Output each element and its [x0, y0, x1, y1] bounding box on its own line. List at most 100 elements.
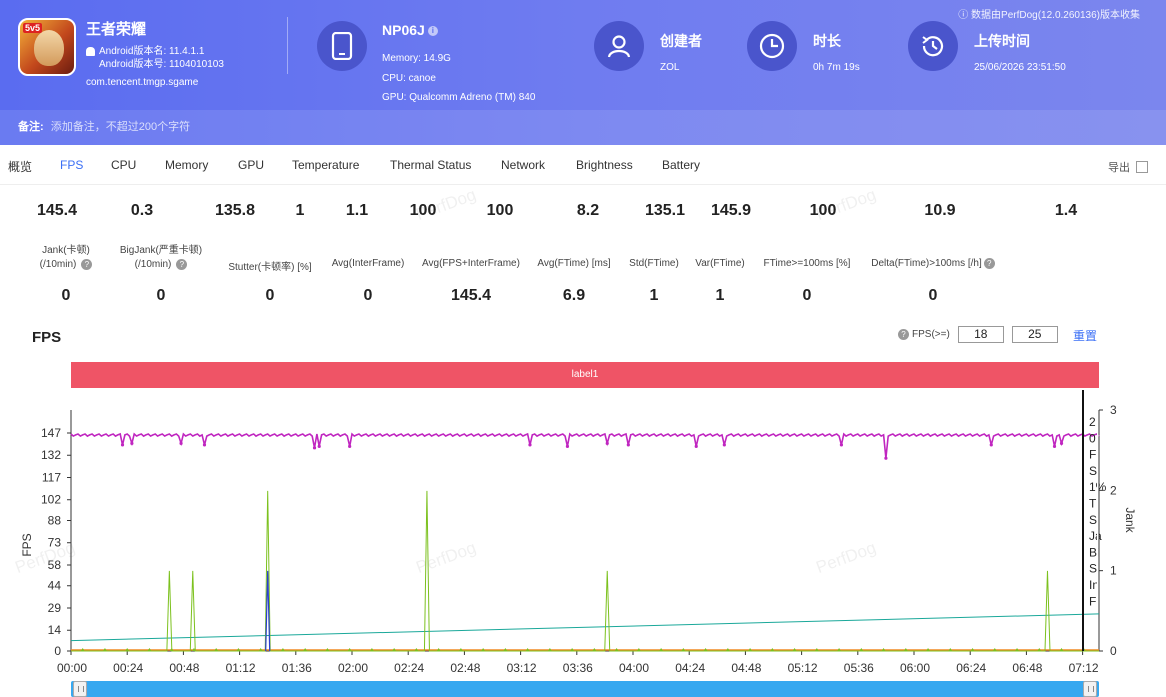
stat-label-text: FTime>=100ms [%] [763, 258, 851, 269]
fps-dip-marker [884, 456, 888, 460]
y-tick-label: 14 [48, 623, 62, 637]
fps-dip-marker [348, 444, 352, 448]
tooltip-text: 2 [1089, 415, 1096, 429]
fps-dip-marker [317, 444, 321, 448]
fps-dip-marker [120, 443, 125, 447]
stat-value: 6.9 [562, 287, 586, 304]
report-header: 5v5 王者荣耀 Android版本名: 11.4.1.1 Android版本号… [0, 0, 1166, 145]
tab-bar: 概览 FPS CPU Memory GPU Temperature Therma… [0, 145, 1166, 185]
slider-handle-left[interactable] [73, 681, 87, 697]
tooltip-text: S [1089, 513, 1097, 527]
x-tick-label: 02:48 [450, 661, 480, 675]
tab-battery[interactable]: Battery [662, 158, 700, 172]
y-axis-label: FPS [20, 533, 34, 556]
x-tick-label: 03:36 [563, 661, 593, 675]
device-cpu: CPU: canoe [382, 73, 436, 84]
user-icon [594, 21, 644, 71]
app-meta: Android版本名: 11.4.1.1 Android版本号: 1104010… [86, 45, 224, 71]
x-tick-label: 04:00 [619, 661, 649, 675]
remark-placeholder[interactable]: 添加备注，不超过200个字符 [51, 121, 190, 133]
info-circle-icon: ⓘ [958, 10, 972, 21]
stat-value: 1 [715, 287, 725, 304]
reset-link[interactable]: 重置 [1073, 327, 1097, 344]
stat-value: 0 [61, 287, 71, 304]
stat-value: 0 [802, 287, 812, 304]
fps-chart[interactable]: 0142944587388102117132147012300:00 00:24 0… [0, 390, 1166, 680]
perfdog-note: ⓘ 数据由PerfDog(12.0.260136)版本收集 [958, 10, 1140, 21]
y-tick-label: 0 [54, 644, 61, 658]
device-memory: Memory: 14.9G [382, 53, 451, 64]
x-tick-label: 00:24 [113, 661, 143, 675]
tab-gpu[interactable]: GPU [238, 158, 264, 172]
help-icon[interactable]: ? [176, 258, 188, 270]
tab-temperature[interactable]: Temperature [292, 158, 359, 172]
fps-dip-marker [989, 443, 993, 447]
help-icon[interactable]: ? [983, 258, 995, 269]
fps-dip-marker [694, 444, 698, 448]
y-tick-label: 147 [41, 426, 61, 440]
fps-dip-marker [605, 441, 609, 445]
y2-axis-label: Jank [1123, 507, 1137, 533]
creator-value: ZOL [660, 62, 680, 73]
y-tick-label: 73 [48, 536, 62, 550]
top-stat-value: 1.4 [1054, 202, 1078, 219]
x-tick-label: 02:00 [338, 661, 368, 675]
x-tick-label: 03:12 [507, 661, 537, 675]
fps-dip-marker [528, 443, 532, 447]
top-stat-value: 145.4 [36, 202, 78, 219]
tab-thermal-status[interactable]: Thermal Status [390, 158, 471, 172]
tab-overview[interactable]: 概览 [8, 158, 32, 175]
clock-icon [747, 21, 797, 71]
y-tick-label: 88 [48, 513, 62, 527]
x-tick-label: 00:00 [57, 661, 87, 675]
y-tick-label: 102 [41, 493, 61, 507]
fps-filter-label: FPS(>=) [912, 329, 950, 340]
tab-cpu[interactable]: CPU [111, 158, 136, 172]
time-range-slider[interactable] [71, 681, 1099, 697]
export-button[interactable]: 导出 [1108, 159, 1148, 175]
x-tick-label: 06:00 [900, 661, 930, 675]
y2-tick-label: 1 [1110, 564, 1117, 578]
y-tick-label: 29 [48, 601, 62, 615]
label-bar[interactable]: label1 [71, 362, 1099, 388]
android-version-name: Android版本名: 11.4.1.1 [99, 46, 205, 57]
stat-value: 0 [928, 287, 938, 304]
tab-network[interactable]: Network [501, 158, 545, 172]
x-tick-label: 06:24 [956, 661, 986, 675]
stat-value: 145.4 [450, 287, 492, 304]
stat-label-text: Avg(InterFrame) [331, 258, 405, 269]
slider-handle-right[interactable] [1083, 681, 1097, 697]
tooltip-text: Ja [1089, 529, 1102, 543]
x-tick-label: 05:36 [844, 661, 874, 675]
help-icon[interactable]: ? [898, 329, 909, 340]
fps-threshold-2-input[interactable]: 25 [1011, 326, 1058, 343]
remark-bar[interactable]: 备注: 添加备注，不超过200个字符 [0, 110, 1166, 145]
fps-dip-marker [1059, 441, 1064, 445]
app-icon: 5v5 [18, 18, 76, 76]
header-info: 5v5 王者荣耀 Android版本名: 11.4.1.1 Android版本号… [0, 0, 1166, 110]
trend-line [70, 613, 1100, 642]
duration-value: 0h 7m 19s [813, 62, 860, 73]
stat-label-line: BigJank(严重卡顿) [119, 245, 203, 256]
remark-label: 备注: [18, 121, 44, 133]
top-stat-value: 100 [486, 202, 514, 219]
fps-filter: ? FPS(>=) 18 25 [896, 326, 1058, 343]
tooltip-clip [1097, 410, 1099, 610]
stat-value: 0 [156, 287, 166, 304]
y-tick-label: 132 [41, 448, 61, 462]
top-stat-value: 100 [809, 202, 837, 219]
fps-dip-marker [1052, 444, 1057, 448]
history-icon [908, 21, 958, 71]
app-icon-hero [34, 30, 64, 66]
tooltip-text: S [1089, 464, 1097, 478]
info-icon[interactable]: i [427, 26, 438, 37]
tab-memory[interactable]: Memory [165, 158, 208, 172]
fps-dip-marker [202, 443, 207, 447]
top-stat-value: 145.9 [710, 202, 752, 219]
tab-brightness[interactable]: Brightness [576, 158, 633, 172]
y-tick-label: 44 [48, 579, 62, 593]
fps-threshold-1-input[interactable]: 18 [957, 326, 1004, 343]
tab-fps[interactable]: FPS [60, 158, 83, 172]
y-tick-label: 58 [48, 558, 62, 572]
fps-dip-marker [312, 446, 317, 450]
